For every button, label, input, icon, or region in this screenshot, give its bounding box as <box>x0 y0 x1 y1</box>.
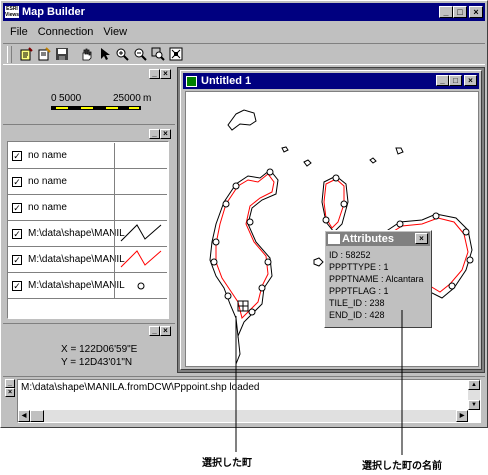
annotation-lines <box>235 310 403 455</box>
caption-selected-town-name: 選択した町の名前 <box>362 461 442 472</box>
caption-selected-town: 選択した町 <box>202 458 252 469</box>
